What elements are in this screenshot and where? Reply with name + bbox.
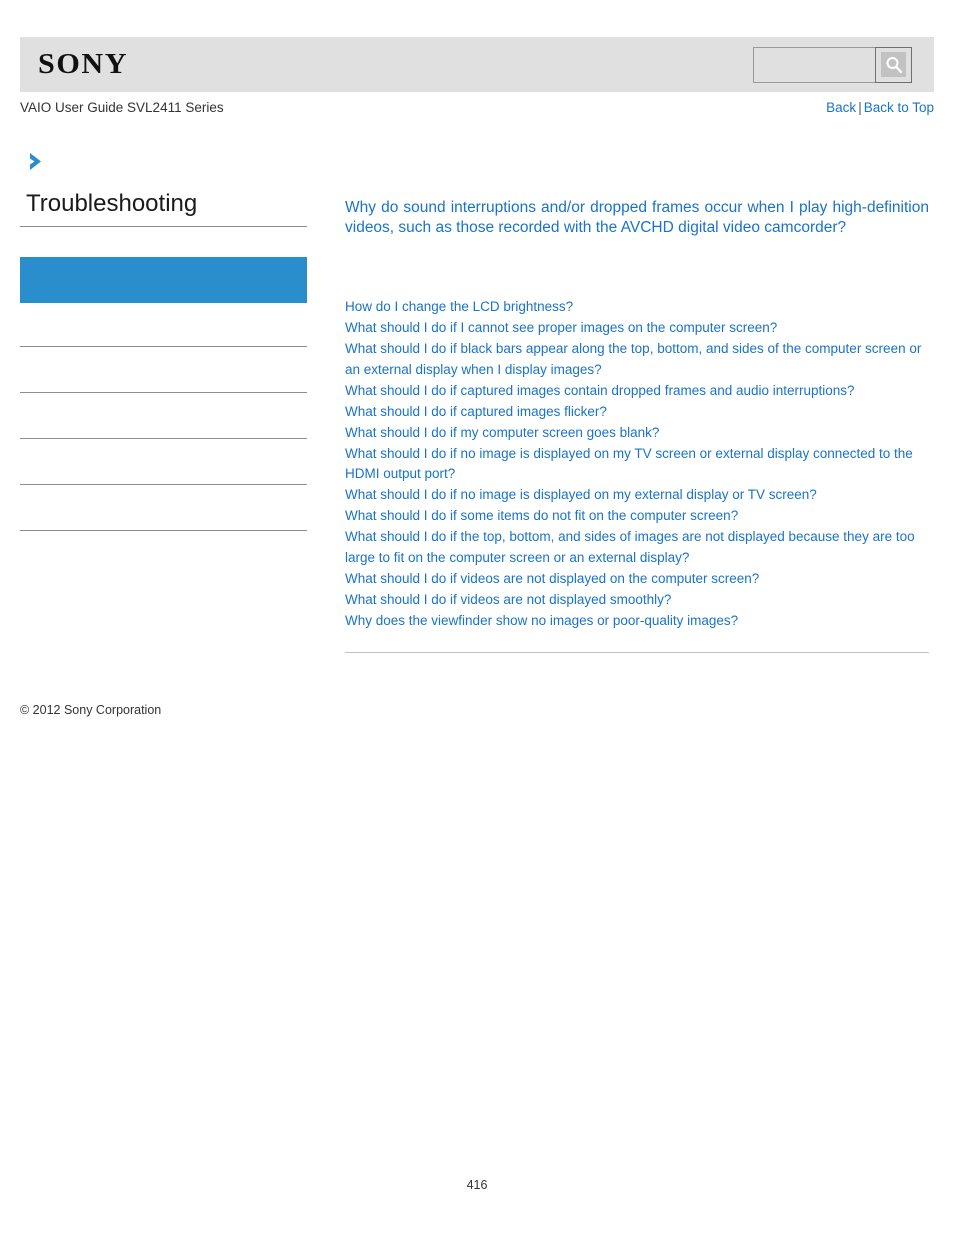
sidebar-item-4[interactable]	[20, 439, 307, 485]
link-separator: |	[858, 100, 862, 115]
back-to-top-link[interactable]: Back to Top	[864, 100, 934, 115]
content-divider	[345, 652, 929, 653]
list-item: What should I do if videos are not displ…	[345, 569, 929, 590]
main-content: Why do sound interruptions and/or droppe…	[345, 198, 929, 661]
guide-title: VAIO User Guide SVL2411 Series	[20, 100, 224, 115]
sidebar-item-5[interactable]	[20, 485, 307, 531]
related-link[interactable]: What should I do if videos are not displ…	[345, 590, 929, 611]
sidebar-item-1[interactable]	[20, 303, 307, 347]
search-input[interactable]	[753, 46, 875, 83]
related-link[interactable]: What should I do if black bars appear al…	[345, 339, 929, 380]
sidebar-item-active[interactable]	[20, 256, 307, 303]
chevron-right-icon[interactable]	[26, 150, 48, 174]
sub-header: VAIO User Guide SVL2411 Series Back | Back…	[20, 100, 934, 122]
sidebar-item-2[interactable]	[20, 347, 307, 393]
page-number: 416	[466, 1178, 488, 1192]
related-link[interactable]: How do I change the LCD brightness?	[345, 297, 929, 318]
related-link[interactable]: What should I do if I cannot see proper …	[345, 318, 929, 339]
sidebar-item-3[interactable]	[20, 393, 307, 439]
article-heading: Why do sound interruptions and/or droppe…	[345, 199, 929, 236]
related-link[interactable]: What should I do if no image is displaye…	[345, 485, 929, 506]
site-header: SONY	[20, 37, 934, 92]
header-nav-links: Back | Back to Top	[826, 100, 934, 115]
copyright-text: © 2012 Sony Corporation	[20, 703, 162, 717]
back-link[interactable]: Back	[826, 100, 856, 115]
page-title: Troubleshooting	[20, 190, 307, 227]
list-item: How do I change the LCD brightness?	[345, 297, 929, 318]
related-link[interactable]: What should I do if no image is displaye…	[345, 444, 929, 485]
list-item: Why does the viewfinder show no images o…	[345, 611, 929, 632]
related-link[interactable]: What should I do if captured images flic…	[345, 402, 929, 423]
search-icon	[881, 52, 906, 77]
related-link[interactable]: What should I do if my computer screen g…	[345, 423, 929, 444]
search-area	[753, 46, 912, 83]
sidebar-nav	[20, 256, 307, 531]
sony-logo: SONY	[38, 48, 129, 80]
list-item: What should I do if black bars appear al…	[345, 339, 929, 380]
list-item: What should I do if my computer screen g…	[345, 423, 929, 444]
related-link[interactable]: What should I do if the top, bottom, and…	[345, 527, 929, 568]
list-item: What should I do if the top, bottom, and…	[345, 527, 929, 568]
list-item: What should I do if no image is displaye…	[345, 485, 929, 506]
related-link[interactable]: Why does the viewfinder show no images o…	[345, 611, 929, 632]
related-link[interactable]: What should I do if some items do not fi…	[345, 506, 929, 527]
related-link[interactable]: What should I do if captured images cont…	[345, 381, 929, 402]
list-item: What should I do if no image is displaye…	[345, 444, 929, 485]
list-item: What should I do if videos are not displ…	[345, 590, 929, 611]
list-item: What should I do if captured images flic…	[345, 402, 929, 423]
search-button[interactable]	[875, 46, 912, 83]
list-item: What should I do if captured images cont…	[345, 381, 929, 402]
sidebar: Troubleshooting	[20, 150, 310, 531]
related-link[interactable]: What should I do if videos are not displ…	[345, 569, 929, 590]
related-links-list: How do I change the LCD brightness? What…	[345, 297, 929, 631]
list-item: What should I do if some items do not fi…	[345, 506, 929, 527]
list-item: What should I do if I cannot see proper …	[345, 318, 929, 339]
